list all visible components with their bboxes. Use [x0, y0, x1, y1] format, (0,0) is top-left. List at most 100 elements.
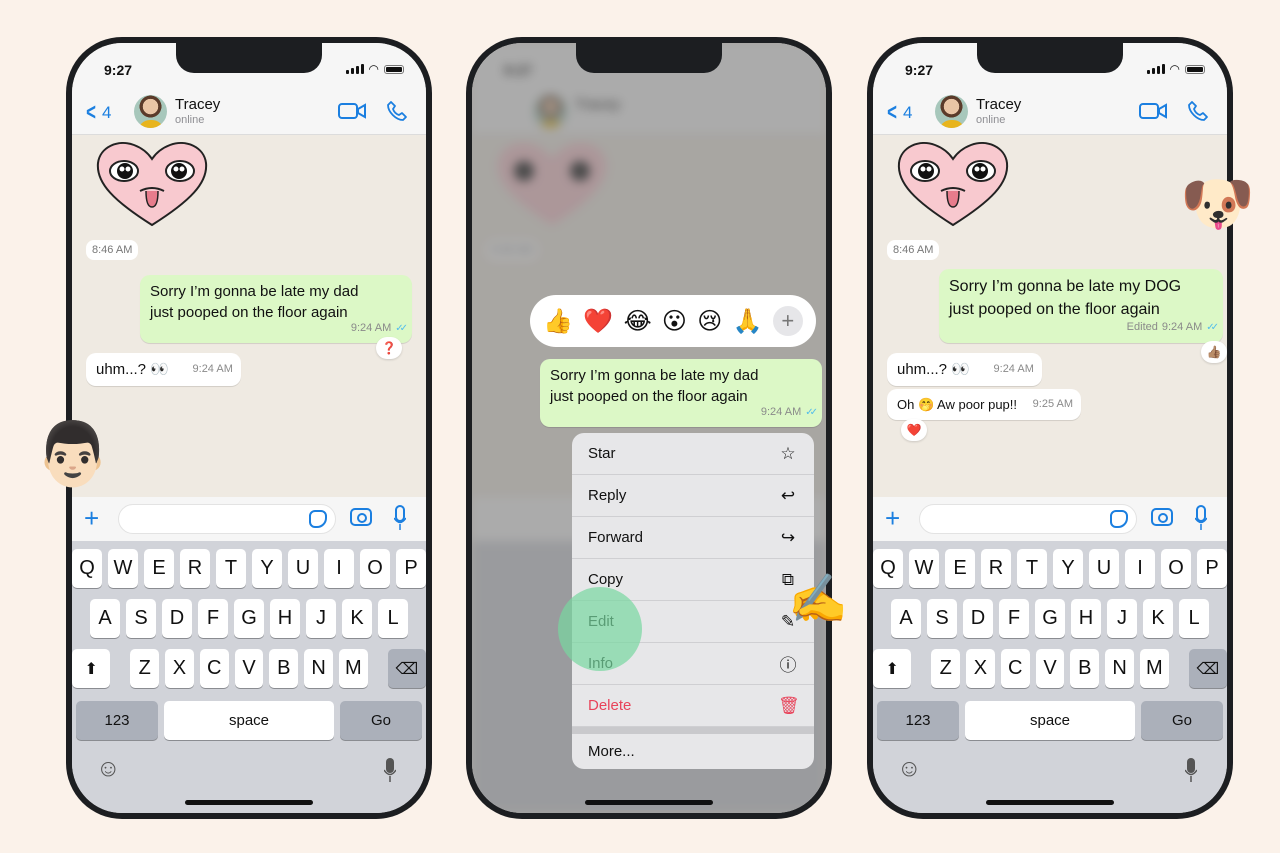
key-m[interactable]: M — [1139, 649, 1169, 688]
heart-face-sticker[interactable] — [895, 139, 1011, 229]
key-p[interactable]: P — [396, 549, 426, 588]
emoji-keyboard-icon[interactable]: ☺ — [96, 755, 121, 783]
key-h[interactable]: H — [270, 599, 300, 638]
key-m[interactable]: M — [338, 649, 368, 688]
key-f[interactable]: F — [198, 599, 228, 638]
key-n[interactable]: N — [304, 649, 333, 688]
menu-item-forward[interactable]: Forward ↪ — [572, 517, 814, 559]
key-x[interactable]: X — [966, 649, 995, 688]
menu-item-more[interactable]: More... — [572, 727, 814, 769]
key-j[interactable]: J — [1107, 599, 1137, 638]
key-z[interactable]: Z — [130, 649, 160, 688]
contact-name[interactable]: Tracey — [976, 96, 1021, 113]
avatar[interactable] — [134, 95, 167, 128]
message-bubble[interactable]: uhm...? 👀 9:24 AM — [86, 353, 241, 386]
sticker-icon[interactable] — [1110, 510, 1128, 528]
key-w[interactable]: W — [909, 549, 939, 588]
key-f[interactable]: F — [999, 599, 1029, 638]
key-j[interactable]: J — [306, 599, 336, 638]
emoji-keyboard-icon[interactable]: ☺ — [897, 755, 922, 783]
key-n[interactable]: N — [1105, 649, 1134, 688]
key-x[interactable]: X — [165, 649, 194, 688]
key-c[interactable]: C — [199, 649, 229, 688]
key-h[interactable]: H — [1071, 599, 1101, 638]
reaction-crying[interactable]: 😢 — [697, 307, 722, 336]
menu-item-reply[interactable]: Reply ↩ — [572, 475, 814, 517]
back-button[interactable]: <4 — [885, 99, 912, 127]
key-k[interactable]: K — [342, 599, 372, 638]
microphone-icon[interactable] — [1195, 505, 1207, 531]
key-v[interactable]: V — [1035, 649, 1065, 688]
attach-plus-icon[interactable]: + — [84, 505, 99, 531]
key-i[interactable]: I — [1125, 549, 1155, 588]
phone-call-icon[interactable] — [1187, 100, 1209, 122]
message-bubble[interactable]: uhm...? 👀 9:24 AM — [887, 353, 1042, 386]
key-d[interactable]: D — [162, 599, 192, 638]
message-bubble[interactable]: Sorry I’m gonna be late my dad just poop… — [140, 275, 412, 343]
message-input[interactable] — [919, 504, 1137, 534]
reaction-badge[interactable]: ❤️ — [901, 419, 927, 441]
numbers-key[interactable]: 123 — [76, 701, 158, 740]
key-q[interactable]: Q — [72, 549, 102, 588]
add-reaction-button[interactable]: + — [772, 306, 803, 336]
key-p[interactable]: P — [1197, 549, 1227, 588]
key-w[interactable]: W — [108, 549, 138, 588]
key-y[interactable]: Y — [252, 549, 282, 588]
key-b[interactable]: B — [1070, 649, 1100, 688]
shift-key[interactable]: ⬆ — [873, 649, 912, 688]
video-call-icon[interactable] — [1139, 102, 1167, 120]
backspace-key[interactable]: ⌫ — [1188, 649, 1227, 688]
message-bubble[interactable]: Oh 🤭 Aw poor pup!! 9:25 AM — [887, 389, 1082, 420]
key-e[interactable]: E — [144, 549, 174, 588]
back-button[interactable]: <4 — [84, 99, 111, 127]
key-o[interactable]: O — [1161, 549, 1191, 588]
video-call-icon[interactable] — [338, 102, 366, 120]
key-v[interactable]: V — [234, 649, 264, 688]
key-b[interactable]: B — [269, 649, 299, 688]
dictation-icon[interactable] — [1185, 757, 1197, 783]
menu-item-delete[interactable]: Delete 🗑 — [572, 685, 814, 727]
go-key[interactable]: Go — [340, 701, 422, 740]
go-key[interactable]: Go — [1141, 701, 1223, 740]
key-z[interactable]: Z — [931, 649, 961, 688]
contact-name[interactable]: Tracey — [175, 96, 220, 113]
numbers-key[interactable]: 123 — [877, 701, 959, 740]
reaction-laughing[interactable]: 😂 — [624, 307, 652, 336]
microphone-icon[interactable] — [394, 505, 406, 531]
reaction-badge[interactable]: ❓ — [376, 337, 402, 359]
reaction-heart[interactable]: ❤️ — [583, 307, 613, 336]
key-d[interactable]: D — [963, 599, 993, 638]
camera-icon[interactable] — [1151, 508, 1173, 526]
key-a[interactable]: A — [891, 599, 921, 638]
key-s[interactable]: S — [126, 599, 156, 638]
key-u[interactable]: U — [1089, 549, 1119, 588]
key-g[interactable]: G — [1035, 599, 1065, 638]
key-c[interactable]: C — [1000, 649, 1030, 688]
phone-call-icon[interactable] — [386, 100, 408, 122]
menu-item-star[interactable]: Star ☆ — [572, 433, 814, 475]
key-a[interactable]: A — [90, 599, 120, 638]
space-key[interactable]: space — [965, 701, 1135, 740]
message-input[interactable] — [118, 504, 336, 534]
key-o[interactable]: O — [360, 549, 390, 588]
key-t[interactable]: T — [216, 549, 246, 588]
space-key[interactable]: space — [164, 701, 334, 740]
dictation-icon[interactable] — [384, 757, 396, 783]
shift-key[interactable]: ⬆ — [72, 649, 111, 688]
backspace-key[interactable]: ⌫ — [387, 649, 426, 688]
key-e[interactable]: E — [945, 549, 975, 588]
key-r[interactable]: R — [180, 549, 210, 588]
sticker-icon[interactable] — [309, 510, 327, 528]
key-g[interactable]: G — [234, 599, 264, 638]
key-s[interactable]: S — [927, 599, 957, 638]
key-u[interactable]: U — [288, 549, 318, 588]
key-q[interactable]: Q — [873, 549, 903, 588]
reaction-badge[interactable]: 👍🏽 — [1201, 341, 1227, 363]
key-i[interactable]: I — [324, 549, 354, 588]
avatar[interactable] — [935, 95, 968, 128]
heart-face-sticker[interactable] — [94, 139, 210, 229]
key-y[interactable]: Y — [1053, 549, 1083, 588]
reaction-pray[interactable]: 🙏 — [733, 307, 763, 336]
selected-message-bubble[interactable]: Sorry I’m gonna be late my dad just poop… — [540, 359, 822, 427]
key-r[interactable]: R — [981, 549, 1011, 588]
